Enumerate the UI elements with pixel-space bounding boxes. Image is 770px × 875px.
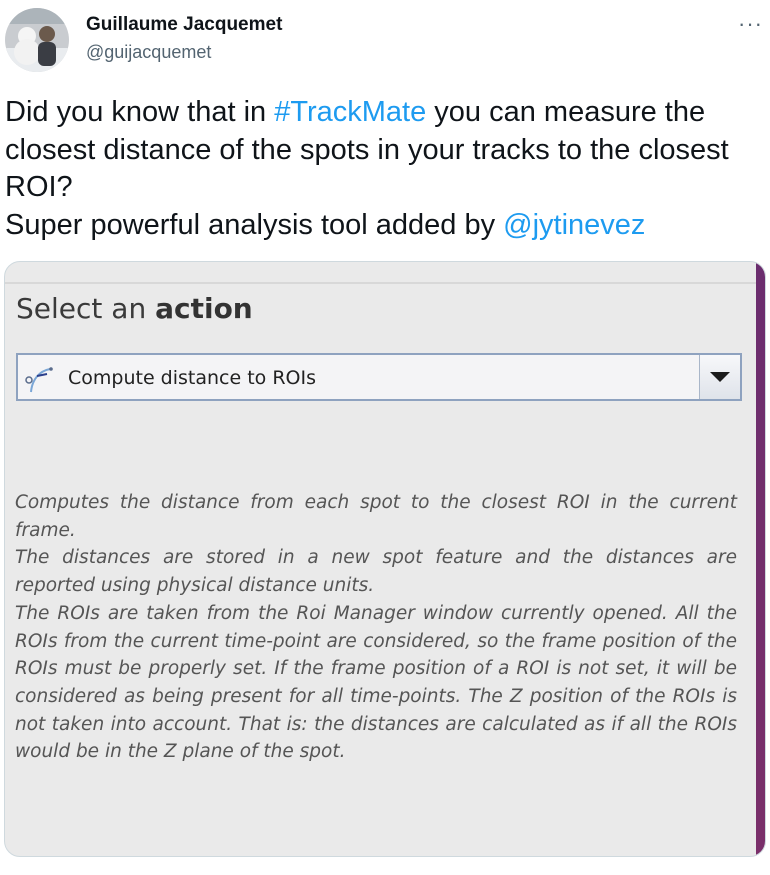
description-paragraph: The ROIs are taken from the Roi Manager … [15,602,737,763]
tweet-header: Guillaume Jacquemet @guijacquemet ··· [0,0,770,80]
author-handle[interactable]: @guijacquemet [86,42,211,63]
distance-icon [25,367,53,393]
description-paragraph: Computes the distance from each spot to … [15,492,737,541]
description-paragraph: The distances are stored in a new spot f… [15,547,737,597]
author-name[interactable]: Guillaume Jacquemet [86,14,282,36]
tweet-text: Did you know that in #TrackMate you can … [5,94,765,244]
tweet-text-part: Did you know that in [5,96,275,128]
avatar[interactable] [5,8,69,72]
tweet-media-image[interactable]: Select an action Compute distance to ROI… [4,261,766,857]
user-avatar-photo-icon [5,8,69,72]
action-description: Computes the distance from each spot to … [15,489,737,766]
dropdown-button[interactable] [699,355,740,399]
action-select[interactable]: Compute distance to ROIs [16,353,742,401]
window-edge-stripe [756,262,765,856]
mention-link[interactable]: @jytinevez [503,209,645,241]
chevron-down-icon [710,372,730,382]
more-options-icon[interactable]: ··· [738,11,763,37]
panel-title-bold: action [155,292,253,325]
panel-title: Select an action [16,292,253,325]
panel-title-normal: Select an [16,292,156,325]
action-select-value: Compute distance to ROIs [68,367,317,389]
divider [5,282,756,284]
hashtag-link[interactable]: #TrackMate [274,96,426,128]
tweet-text-part: Super powerful analysis tool added by [5,208,504,241]
